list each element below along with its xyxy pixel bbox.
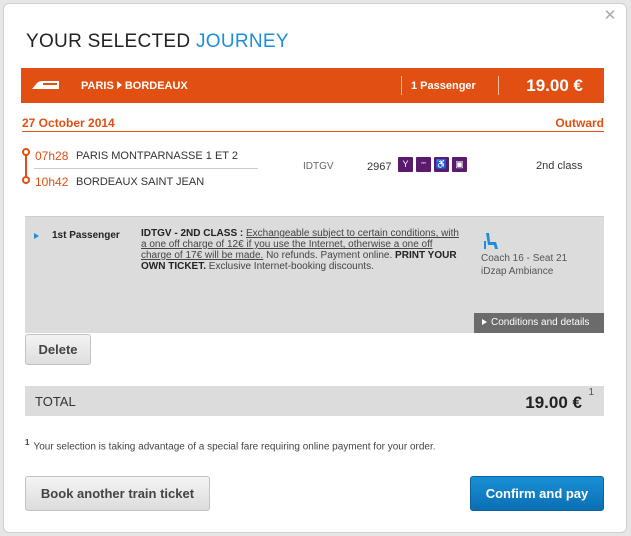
arrival-dot bbox=[22, 176, 30, 184]
train-segment: 07h28 PARIS MONTPARNASSE 1 ET 2 10h42 BO… bbox=[22, 146, 604, 196]
destination-city: BORDEAUX bbox=[124, 80, 188, 92]
operator: IDTGV bbox=[303, 161, 334, 172]
confirm-pay-button[interactable]: Confirm and pay bbox=[470, 476, 604, 511]
passenger-count: 1 Passenger bbox=[411, 80, 476, 92]
fare-title: IDTGV - 2ND CLASS : bbox=[141, 228, 244, 239]
conditions-label: Conditions and details bbox=[491, 317, 590, 328]
total-amount: 19.00 € bbox=[525, 393, 582, 412]
travel-class: 2nd class bbox=[536, 160, 583, 172]
arrival-station: BORDEAUX SAINT JEAN bbox=[76, 176, 205, 188]
footnote-marker: 1 bbox=[588, 387, 594, 398]
train-number: 2967 bbox=[367, 161, 392, 173]
total-row: TOTAL 19.00 € 1 bbox=[25, 386, 604, 416]
divider bbox=[498, 76, 499, 95]
journey-price: 19.00 € bbox=[526, 76, 583, 95]
route: PARIS BORDEAUX bbox=[81, 80, 188, 92]
origin-city: PARIS bbox=[81, 80, 114, 92]
arrival-time: 10h42 bbox=[35, 175, 69, 189]
close-icon[interactable]: ✕ bbox=[602, 8, 618, 25]
divider bbox=[34, 168, 258, 169]
journey-summary-bar: PARIS BORDEAUX 1 Passenger 19.00 € bbox=[21, 68, 604, 103]
arrow-right-icon bbox=[116, 81, 122, 89]
title-main: YOUR SELECTED bbox=[26, 31, 196, 52]
conditions-link[interactable]: Conditions and details bbox=[474, 313, 604, 333]
seat-ambiance: iDzap Ambiance bbox=[481, 266, 554, 277]
power-outlet-icon: ⎓ bbox=[416, 157, 431, 172]
title-accent: JOURNEY bbox=[195, 31, 289, 52]
departure-dot bbox=[22, 148, 30, 156]
footnote-text: Your selection is taking advantage of a … bbox=[33, 441, 436, 453]
date-row: 27 October 2014 Outward bbox=[22, 116, 604, 132]
seat-info: Coach 16 - Seat 21 iDzap Ambiance bbox=[481, 252, 567, 278]
book-another-button[interactable]: Book another train ticket bbox=[25, 476, 210, 511]
seat-icon bbox=[484, 233, 498, 249]
direction-label: Outward bbox=[555, 116, 604, 130]
wheelchair-icon: ♿ bbox=[434, 157, 449, 172]
arrow-right-icon bbox=[482, 319, 487, 325]
page-title: YOUR SELECTED JOURNEY bbox=[26, 31, 289, 53]
travel-date: 27 October 2014 bbox=[22, 116, 115, 130]
total-label: TOTAL bbox=[35, 394, 76, 409]
fare-text: No refunds. Payment online. bbox=[263, 250, 396, 261]
fare-conditions: IDTGV - 2ND CLASS : Exchangeable subject… bbox=[141, 228, 461, 272]
footnote-number: 1 bbox=[25, 438, 30, 447]
footnote: 1 Your selection is taking advantage of a… bbox=[25, 438, 436, 452]
delete-button[interactable]: Delete bbox=[25, 334, 91, 365]
divider bbox=[401, 76, 402, 95]
passenger-details: 1st Passenger IDTGV - 2ND CLASS : Exchan… bbox=[25, 216, 604, 333]
train-icon bbox=[32, 81, 59, 89]
departure-time: 07h28 bbox=[35, 149, 69, 163]
passenger-label: 1st Passenger bbox=[52, 230, 120, 241]
bar-icon: Y bbox=[398, 157, 413, 172]
departure-station: PARIS MONTPARNASSE 1 ET 2 bbox=[76, 150, 238, 162]
seat-number: Coach 16 - Seat 21 bbox=[481, 253, 568, 264]
expand-arrow-icon[interactable] bbox=[34, 233, 39, 239]
luggage-icon: ▣ bbox=[452, 157, 467, 172]
fare-discount-text: Exclusive Internet-booking discounts. bbox=[206, 261, 374, 272]
